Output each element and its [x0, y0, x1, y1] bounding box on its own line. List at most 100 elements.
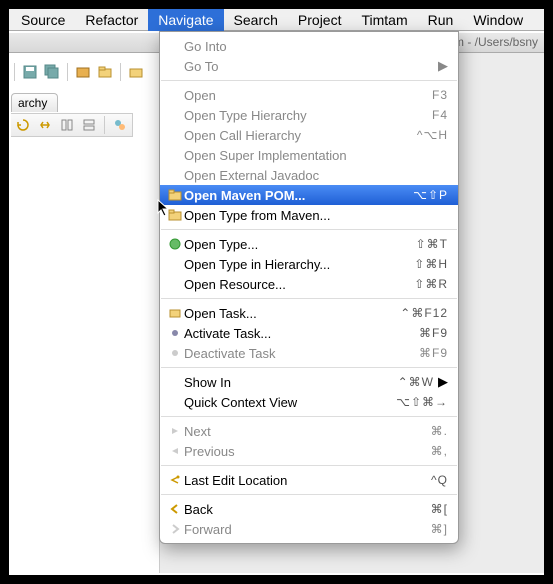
menu-item-label: Open — [184, 88, 432, 103]
menu-item-open-task[interactable]: Open Task... ⌃⌘F12 — [160, 303, 458, 323]
menu-item-next[interactable]: Next ⌘. — [160, 421, 458, 441]
folder-open-icon — [166, 209, 184, 221]
last-edit-icon — [166, 474, 184, 486]
menu-item-label: Open Maven POM... — [184, 188, 413, 203]
menu-item-label: Go Into — [184, 39, 448, 54]
menu-item-last-edit-location[interactable]: Last Edit Location ^Q — [160, 470, 458, 490]
menu-accel: ⌘. — [431, 424, 448, 438]
menu-separator — [161, 367, 457, 368]
menu-item-open-super-implementation[interactable]: Open Super Implementation — [160, 145, 458, 165]
menu-item-label: Forward — [184, 522, 431, 537]
menu-item-quick-context-view[interactable]: Quick Context View ⌥⇧⌘→ — [160, 392, 458, 412]
toolbar-divider — [67, 63, 68, 81]
menu-accel: ⌘[ — [431, 502, 448, 516]
forward-icon — [166, 523, 184, 535]
menu-item-go-to[interactable]: Go To ▶ — [160, 56, 458, 76]
menu-item-open[interactable]: Open F3 — [160, 85, 458, 105]
menu-search[interactable]: Search — [224, 9, 288, 31]
menu-accel: ⌘F9 — [419, 326, 448, 340]
menu-item-open-type-from-maven[interactable]: Open Type from Maven... — [160, 205, 458, 225]
menu-source[interactable]: Source — [11, 9, 75, 31]
main-toolbar — [11, 59, 146, 85]
open-type-icon[interactable] — [126, 62, 146, 82]
menu-window[interactable]: Window — [463, 9, 533, 31]
view-toolbar — [11, 113, 133, 137]
new-folder-icon[interactable] — [95, 62, 115, 82]
menu-run[interactable]: Run — [418, 9, 464, 31]
menu-item-open-type-hierarchy[interactable]: Open Type Hierarchy F4 — [160, 105, 458, 125]
task-icon — [166, 307, 184, 319]
menu-separator — [161, 298, 457, 299]
menu-item-label: Open External Javadoc — [184, 168, 448, 183]
menu-item-open-maven-pom[interactable]: Open Maven POM... ⌥⇧P — [160, 185, 458, 205]
menu-item-previous[interactable]: Previous ⌘, — [160, 441, 458, 461]
menu-item-forward[interactable]: Forward ⌘] — [160, 519, 458, 539]
history-icon[interactable] — [13, 115, 33, 135]
menu-accel: ⇧⌘T — [416, 237, 448, 251]
back-icon — [166, 503, 184, 515]
menu-item-deactivate-task[interactable]: Deactivate Task ⌘F9 — [160, 343, 458, 363]
filter-icon[interactable] — [110, 115, 130, 135]
menu-item-open-external-javadoc[interactable]: Open External Javadoc — [160, 165, 458, 185]
menu-accel: ^Q — [431, 473, 448, 487]
menu-item-open-type[interactable]: Open Type... ⇧⌘T — [160, 234, 458, 254]
menu-item-label: Go To — [184, 59, 434, 74]
menu-item-label: Open Type Hierarchy — [184, 108, 432, 123]
navigate-menu-dropdown: Go Into Go To ▶ Open F3 Open Type Hierar… — [159, 31, 459, 544]
tab-label: archy — [18, 96, 47, 110]
menu-accel: ⌘] — [431, 522, 448, 536]
menu-item-label: Activate Task... — [184, 326, 419, 341]
menu-item-open-type-in-hierarchy[interactable]: Open Type in Hierarchy... ⇧⌘H — [160, 254, 458, 274]
toolbar-divider — [120, 63, 121, 81]
menu-accel: ^⌥H — [417, 128, 448, 142]
prev-icon — [166, 445, 184, 457]
menu-accel: F4 — [432, 108, 448, 122]
menu-item-open-call-hierarchy[interactable]: Open Call Hierarchy ^⌥H — [160, 125, 458, 145]
menu-item-label: Open Type in Hierarchy... — [184, 257, 414, 272]
menu-separator — [161, 494, 457, 495]
menu-item-activate-task[interactable]: Activate Task... ⌘F9 — [160, 323, 458, 343]
view-tab[interactable]: archy — [11, 93, 58, 112]
folder-open-icon — [166, 189, 184, 201]
menu-item-label: Open Type from Maven... — [184, 208, 448, 223]
new-package-icon[interactable] — [73, 62, 93, 82]
menu-item-label: Back — [184, 502, 431, 517]
link-icon[interactable] — [35, 115, 55, 135]
menu-item-label: Last Edit Location — [184, 473, 431, 488]
app-window: Source Refactor Navigate Search Project … — [8, 8, 545, 576]
menu-accel: F3 — [432, 88, 448, 102]
menu-item-label: Open Task... — [184, 306, 400, 321]
view-layout-icon[interactable] — [57, 115, 77, 135]
menu-item-label: Deactivate Task — [184, 346, 419, 361]
menu-timtam[interactable]: Timtam — [351, 9, 417, 31]
menu-accel: ⌥⇧⌘→ — [396, 395, 448, 409]
menu-item-label: Open Type... — [184, 237, 416, 252]
menu-accel: ⌥⇧P — [413, 188, 448, 202]
menu-item-label: Open Call Hierarchy — [184, 128, 417, 143]
submenu-arrow-icon: ▶ — [434, 374, 448, 390]
save-all-icon[interactable] — [42, 62, 62, 82]
menu-item-label: Previous — [184, 444, 431, 459]
menu-accel: ⇧⌘H — [414, 257, 448, 271]
menu-accel: ⌃⌘F12 — [400, 306, 448, 320]
save-icon[interactable] — [20, 62, 40, 82]
menu-item-back[interactable]: Back ⌘[ — [160, 499, 458, 519]
menu-item-label: Open Resource... — [184, 277, 414, 292]
menu-item-label: Open Super Implementation — [184, 148, 448, 163]
menu-item-open-resource[interactable]: Open Resource... ⇧⌘R — [160, 274, 458, 294]
menu-item-go-into[interactable]: Go Into — [160, 36, 458, 56]
menu-item-show-in[interactable]: Show In ⌃⌘W ▶ — [160, 372, 458, 392]
next-icon — [166, 425, 184, 437]
menu-navigate[interactable]: Navigate — [148, 9, 223, 31]
menu-item-label: Next — [184, 424, 431, 439]
view-orientation-icon[interactable] — [79, 115, 99, 135]
menu-accel: ⌘F9 — [419, 346, 448, 360]
dot-off-icon — [166, 347, 184, 359]
menu-refactor[interactable]: Refactor — [75, 9, 148, 31]
menu-separator — [161, 465, 457, 466]
menu-item-label: Quick Context View — [184, 395, 396, 410]
menu-accel: ⌘, — [431, 444, 448, 458]
dot-icon — [166, 327, 184, 339]
menu-accel: ⇧⌘R — [414, 277, 448, 291]
menu-project[interactable]: Project — [288, 9, 352, 31]
